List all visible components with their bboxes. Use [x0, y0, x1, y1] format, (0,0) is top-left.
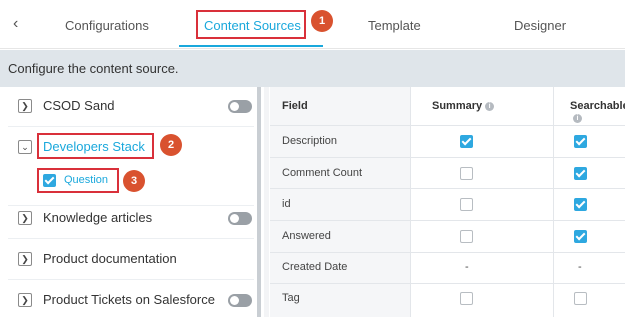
chevron-left-icon[interactable]: ‹: [13, 15, 18, 33]
summary-checkbox[interactable]: [460, 135, 473, 148]
row-divider: [270, 220, 625, 221]
source-label: Product Tickets on Salesforce: [43, 292, 215, 307]
annotation-box-3: [37, 168, 119, 193]
active-tab-indicator: [179, 45, 323, 47]
toggle-switch[interactable]: [228, 212, 252, 225]
info-icon[interactable]: i: [573, 114, 582, 123]
source-label: Knowledge articles: [43, 210, 153, 225]
tab-configurations[interactable]: Configurations: [65, 18, 149, 33]
searchable-checkbox[interactable]: [574, 198, 587, 211]
source-label: Product documentation: [43, 251, 177, 266]
annotation-badge-1: 1: [311, 10, 333, 32]
searchable-checkbox[interactable]: [574, 135, 587, 148]
field-name: Tag: [282, 292, 300, 304]
source-label: CSOD Sand: [43, 98, 115, 113]
searchable-empty: -: [578, 261, 582, 273]
panel-divider: [264, 87, 269, 317]
row-divider: [270, 252, 625, 253]
tab-template[interactable]: Template: [368, 18, 421, 33]
searchable-checkbox[interactable]: [574, 230, 587, 243]
annotation-badge-2: 2: [160, 134, 182, 156]
summary-checkbox[interactable]: [460, 167, 473, 180]
field-name: Comment Count: [282, 167, 363, 179]
expand-icon[interactable]: ❯: [18, 293, 32, 307]
summary-checkbox[interactable]: [460, 292, 473, 305]
collapse-icon[interactable]: ⌄: [18, 140, 32, 154]
row-divider: [270, 283, 625, 284]
summary-checkbox[interactable]: [460, 230, 473, 243]
info-banner: Configure the content source.: [0, 50, 625, 87]
row-divider: [270, 188, 625, 189]
annotation-badge-3: 3: [123, 170, 145, 192]
annotation-box-1: [196, 10, 306, 39]
searchable-checkbox[interactable]: [574, 292, 587, 305]
header-searchable: Searchablei: [570, 100, 625, 123]
expand-icon[interactable]: ❯: [18, 252, 32, 266]
source-row-product-tickets[interactable]: ❯ Product Tickets on Salesforce: [8, 281, 254, 317]
field-name: Answered: [282, 230, 331, 242]
toggle-switch[interactable]: [228, 294, 252, 307]
summary-empty: -: [465, 261, 469, 273]
header-summary: Summary i: [432, 87, 495, 125]
expand-icon[interactable]: ❯: [18, 99, 32, 113]
info-icon[interactable]: i: [485, 102, 495, 111]
content-source-list: ❯ CSOD Sand ⌄ Developers Stack Question …: [0, 87, 262, 317]
toggle-switch[interactable]: [228, 100, 252, 113]
row-divider: [270, 125, 625, 126]
field-name: Created Date: [282, 261, 348, 273]
header-field: Field: [282, 100, 308, 112]
fields-table: Field Summary i Searchablei Description C…: [270, 87, 625, 317]
field-name: Description: [282, 135, 338, 147]
row-divider: [270, 157, 625, 158]
source-row-product-documentation[interactable]: ❯ Product documentation: [8, 240, 254, 280]
left-scrollbar[interactable]: [257, 87, 261, 317]
annotation-box-2: [37, 133, 154, 159]
tab-designer[interactable]: Designer: [514, 18, 566, 33]
summary-checkbox[interactable]: [460, 198, 473, 211]
expand-icon[interactable]: ❯: [18, 211, 32, 225]
searchable-checkbox[interactable]: [574, 167, 587, 180]
source-row-csod-sand[interactable]: ❯ CSOD Sand: [8, 87, 254, 127]
field-name: id: [282, 198, 291, 210]
source-row-knowledge-articles[interactable]: ❯ Knowledge articles: [8, 199, 254, 239]
